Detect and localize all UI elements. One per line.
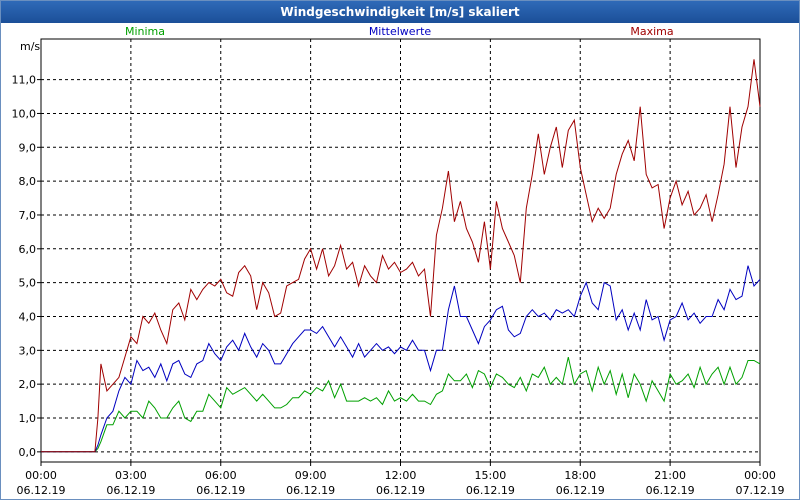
x-tick-date-label: 06.12.19 [106, 484, 155, 497]
x-tick-date-label: 06.12.19 [646, 484, 695, 497]
x-tick-date-label: 06.12.19 [17, 484, 66, 497]
y-tick-label: 2,0 [19, 378, 37, 391]
x-tick-time-label: 00:00 [744, 469, 776, 482]
y-axis: 0,0 1,0 2,0 3,0 4,0 5,0 6,0 7,0 8,0 9,0 10,0 11,0 [12, 74, 41, 459]
x-tick-date-label: 06.12.19 [376, 484, 425, 497]
y-tick-label: 5,0 [19, 277, 37, 290]
y-tick-label: 6,0 [19, 243, 37, 256]
legend-item-mittelwerte: Mittelwerte [369, 25, 432, 38]
legend: Minima Mittelwerte Maxima [125, 25, 674, 38]
y-tick-label: 0,0 [19, 446, 37, 459]
x-tick-date-label: 06.12.19 [466, 484, 515, 497]
x-tick-time-label: 00:00 [25, 469, 57, 482]
y-tick-label: 8,0 [19, 175, 37, 188]
x-tick-date-label: 06.12.19 [556, 484, 605, 497]
line-chart: 0,0 1,0 2,0 3,0 4,0 5,0 6,0 7,0 8,0 9,0 10,0 11,0 0… [12, 25, 785, 497]
y-axis-unit-label: m/s [20, 40, 40, 53]
x-tick-time-label: 09:00 [295, 469, 327, 482]
y-tick-label: 3,0 [19, 344, 37, 357]
x-tick-time-label: 03:00 [115, 469, 147, 482]
legend-item-maxima: Maxima [630, 25, 673, 38]
legend-item-minima: Minima [125, 25, 165, 38]
y-tick-label: 10,0 [12, 107, 37, 120]
y-tick-label: 11,0 [12, 74, 37, 87]
y-tick-label: 9,0 [19, 141, 37, 154]
x-tick-time-label: 21:00 [654, 469, 686, 482]
x-tick-date-label: 06.12.19 [286, 484, 335, 497]
x-tick-time-label: 15:00 [475, 469, 507, 482]
x-tick-time-label: 18:00 [564, 469, 596, 482]
y-tick-label: 1,0 [19, 412, 37, 425]
x-tick-date-label: 06.12.19 [196, 484, 245, 497]
x-tick-date-label: 07.12.19 [736, 484, 785, 497]
x-axis: 00:00 06.12.19 03:00 06.12.19 06:00 06.12.19 0… [17, 462, 785, 497]
y-tick-label: 7,0 [19, 209, 37, 222]
y-tick-label: 4,0 [19, 310, 37, 323]
x-tick-time-label: 06:00 [205, 469, 237, 482]
x-tick-time-label: 12:00 [385, 469, 417, 482]
